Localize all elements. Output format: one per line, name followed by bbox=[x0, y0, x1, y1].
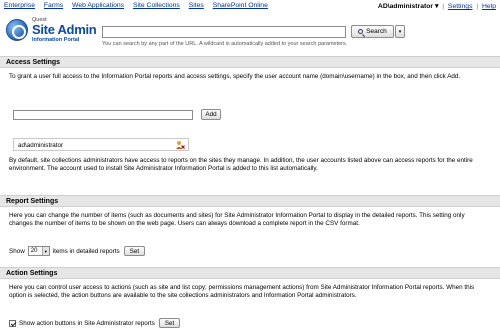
user-area: AD\administrator ▾ | Settings | Help bbox=[378, 2, 496, 10]
logo-title: Site Admin bbox=[32, 22, 97, 37]
show-label: Show bbox=[9, 247, 25, 255]
set-button-label: Set bbox=[164, 319, 175, 327]
current-user-menu[interactable]: AD\administrator ▾ bbox=[378, 3, 438, 10]
nav-separator: | bbox=[442, 3, 445, 10]
access-settings-intro: To grant a user full access to the Infor… bbox=[9, 73, 461, 80]
help-link[interactable]: Help bbox=[482, 3, 496, 10]
action-settings-heading: Action Settings bbox=[0, 267, 500, 279]
nav-link-sharepoint-online[interactable]: SharePoint Online bbox=[213, 2, 268, 9]
add-user-button[interactable]: Add bbox=[201, 109, 221, 120]
report-set-button[interactable]: Set bbox=[123, 246, 146, 256]
nav-link-enterprise[interactable]: Enterprise bbox=[4, 2, 35, 9]
report-settings-text: Here you can change the number of items … bbox=[9, 212, 465, 228]
chevron-down-icon: ▾ bbox=[434, 3, 439, 10]
chevron-down-icon: ▾ bbox=[398, 28, 402, 35]
nav-separator: | bbox=[476, 3, 479, 10]
report-settings-heading: Report Settings bbox=[0, 195, 500, 207]
top-navigation: Enterprise Farms Web Applications Site C… bbox=[0, 0, 500, 11]
set-button-label: Set bbox=[129, 247, 140, 255]
access-user-name: ad\administrator bbox=[18, 142, 64, 149]
nav-link-site-collections[interactable]: Site Collections bbox=[133, 2, 180, 9]
action-settings-text: Here you can control user access to acti… bbox=[9, 284, 475, 300]
search-options-dropdown[interactable]: ▾ bbox=[395, 25, 405, 38]
search-icon bbox=[358, 29, 364, 34]
top-nav-links: Enterprise Farms Web Applications Site C… bbox=[4, 2, 275, 9]
logo-subtitle: Information Portal bbox=[32, 37, 80, 43]
logo-icon bbox=[6, 19, 28, 41]
user-account-input[interactable] bbox=[13, 110, 193, 120]
chevron-down-icon: ▼ bbox=[41, 247, 49, 255]
action-buttons-row: Show action buttons in Site Administrato… bbox=[9, 318, 181, 328]
nav-link-sites[interactable]: Sites bbox=[189, 2, 204, 9]
search-input[interactable] bbox=[102, 26, 346, 38]
items-count-value: 20 bbox=[30, 248, 38, 254]
action-set-button[interactable]: Set bbox=[158, 318, 181, 328]
access-user-list: ad\administrator bbox=[13, 138, 189, 151]
search-button[interactable]: Search bbox=[351, 25, 394, 38]
show-action-buttons-checkbox[interactable] bbox=[9, 319, 16, 327]
page-header: Quest Site Admin Information Portal Sear… bbox=[0, 11, 500, 54]
search-hint: You can search by any part of the URL. A… bbox=[102, 41, 348, 47]
items-count-select[interactable]: 20 ▼ bbox=[27, 246, 50, 256]
current-user-name: AD\administrator bbox=[377, 3, 434, 10]
items-suffix-label: items in detailed reports bbox=[52, 247, 120, 255]
access-settings-heading: Access Settings bbox=[0, 56, 500, 68]
nav-link-farms[interactable]: Farms bbox=[44, 2, 63, 9]
report-items-row: Show 20 ▼ items in detailed reports Set bbox=[9, 246, 146, 256]
settings-link[interactable]: Settings bbox=[448, 3, 473, 10]
remove-user-icon[interactable] bbox=[175, 140, 185, 150]
access-settings-note: By default, site collections administrat… bbox=[9, 157, 473, 173]
site-admin-logo: Quest Site Admin Information Portal bbox=[6, 15, 97, 49]
add-button-label: Add bbox=[205, 111, 217, 118]
show-action-buttons-label: Show action buttons in Site Administrato… bbox=[19, 319, 155, 327]
nav-link-web-applications[interactable]: Web Applications bbox=[72, 2, 124, 9]
search-button-label: Search bbox=[366, 28, 387, 35]
